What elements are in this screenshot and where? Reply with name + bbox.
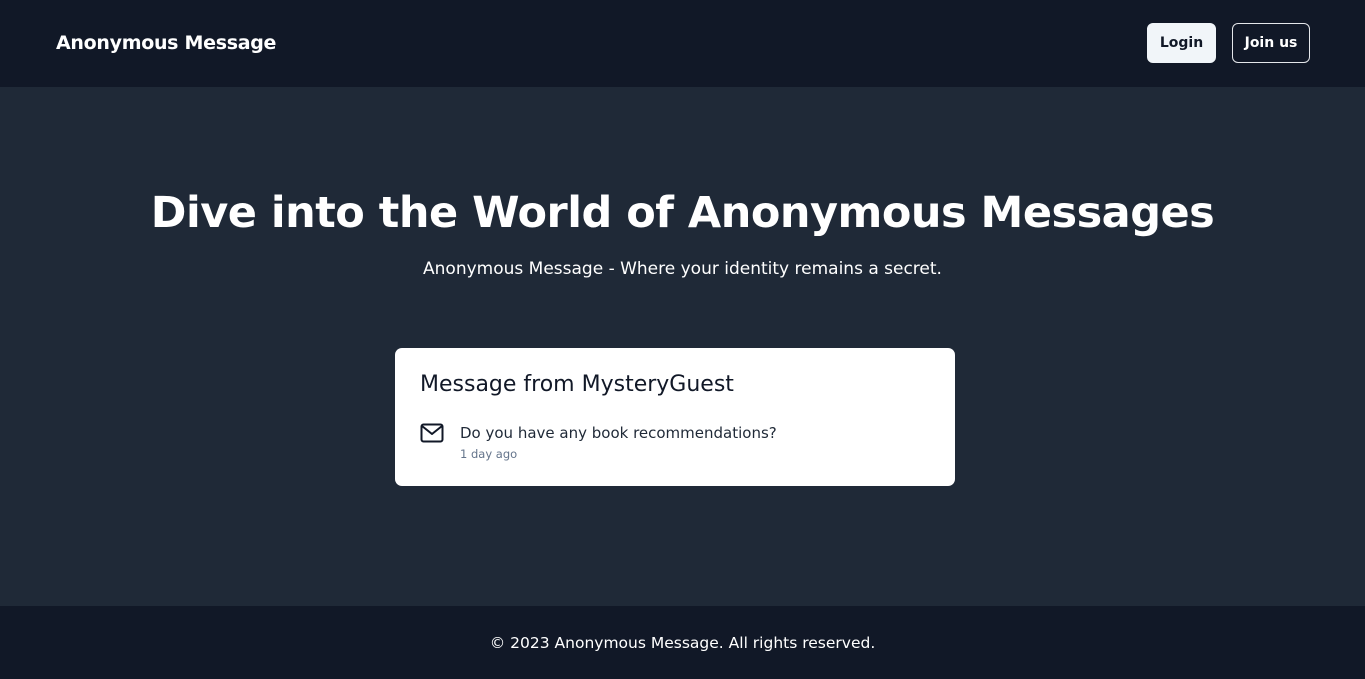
message-timestamp: 1 day ago [460,447,518,461]
mail-icon [420,423,444,443]
message-card-title: Message from MysteryGuest [420,372,734,397]
message-card[interactable]: Message from MysteryGuest Do you have an… [395,348,955,486]
message-text: Do you have any book recommendations? [460,424,777,442]
join-us-button[interactable]: Join us [1232,23,1310,63]
footer: © 2023 Anonymous Message. All rights res… [0,606,1365,679]
footer-copyright: © 2023 Anonymous Message. All rights res… [489,634,876,652]
hero-title: Dive into the World of Anonymous Message… [150,188,1215,238]
login-button[interactable]: Login [1147,23,1216,63]
navbar: Anonymous Message Login Join us [0,0,1365,87]
brand-logo-link[interactable]: Anonymous Message [56,32,276,54]
hero-subtitle: Anonymous Message - Where your identity … [423,259,942,279]
